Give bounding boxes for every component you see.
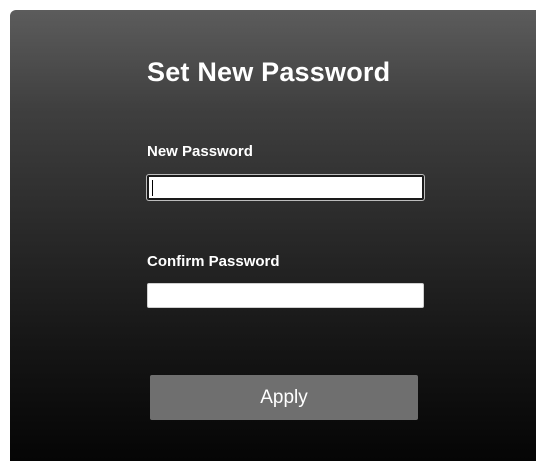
set-password-panel: Set New Password New Password Confirm Pa… [10,10,536,461]
text-caret [152,180,153,196]
new-password-input[interactable] [147,175,424,200]
confirm-password-input[interactable] [147,283,424,308]
apply-button[interactable]: Apply [150,375,418,420]
page-title: Set New Password [147,57,391,87]
new-password-label: New Password [147,143,253,160]
confirm-password-label: Confirm Password [147,253,280,270]
